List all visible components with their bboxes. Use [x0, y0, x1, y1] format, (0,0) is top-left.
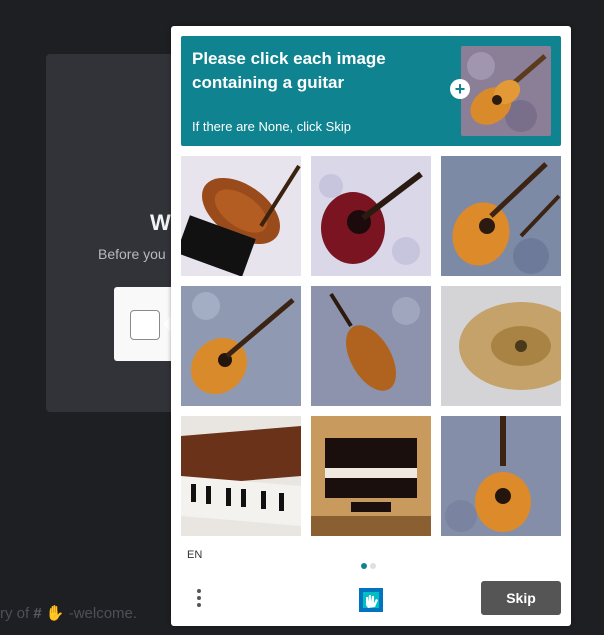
page-indicator	[361, 556, 379, 574]
plus-icon: +	[450, 79, 470, 99]
challenge-header: Please click each image containing a gui…	[181, 36, 561, 146]
footer-prefix: ry of	[0, 605, 34, 622]
captcha-checkbox[interactable]	[130, 310, 160, 340]
image-tile-piano[interactable]	[181, 416, 301, 536]
image-tile-guitar[interactable]	[441, 416, 561, 536]
language-selector[interactable]: EN	[187, 549, 202, 561]
page-dot-active	[361, 563, 367, 569]
challenge-prompt: Please click each image containing a gui…	[192, 49, 386, 92]
clapping-hands-icon: ✋	[41, 605, 65, 622]
image-tile-guitar[interactable]	[181, 286, 301, 406]
image-tile-violin[interactable]	[311, 286, 431, 406]
page-dot	[370, 563, 376, 569]
background-heading: W	[150, 210, 171, 235]
image-tile-piano[interactable]	[311, 416, 431, 536]
hcaptcha-logo-icon	[354, 583, 388, 617]
footer-channel-name: -welcome.	[64, 605, 138, 622]
captcha-challenge-popup: Please click each image containing a gui…	[171, 26, 571, 626]
image-tile-guitar[interactable]	[311, 156, 431, 276]
image-tile-guitar[interactable]	[441, 156, 561, 276]
skip-button[interactable]: Skip	[481, 581, 561, 615]
image-tile-violin[interactable]	[181, 156, 301, 276]
menu-dots-icon[interactable]	[193, 586, 205, 612]
background-subtext: Before you	[98, 246, 166, 262]
image-tile-cymbal[interactable]	[441, 286, 561, 406]
image-grid	[181, 156, 561, 536]
challenge-hint: If there are None, click Skip	[192, 119, 351, 134]
example-image	[461, 46, 551, 136]
background-footer: ry of # ✋ -welcome.	[0, 604, 137, 622]
footer-channel-hash: #	[33, 605, 42, 622]
